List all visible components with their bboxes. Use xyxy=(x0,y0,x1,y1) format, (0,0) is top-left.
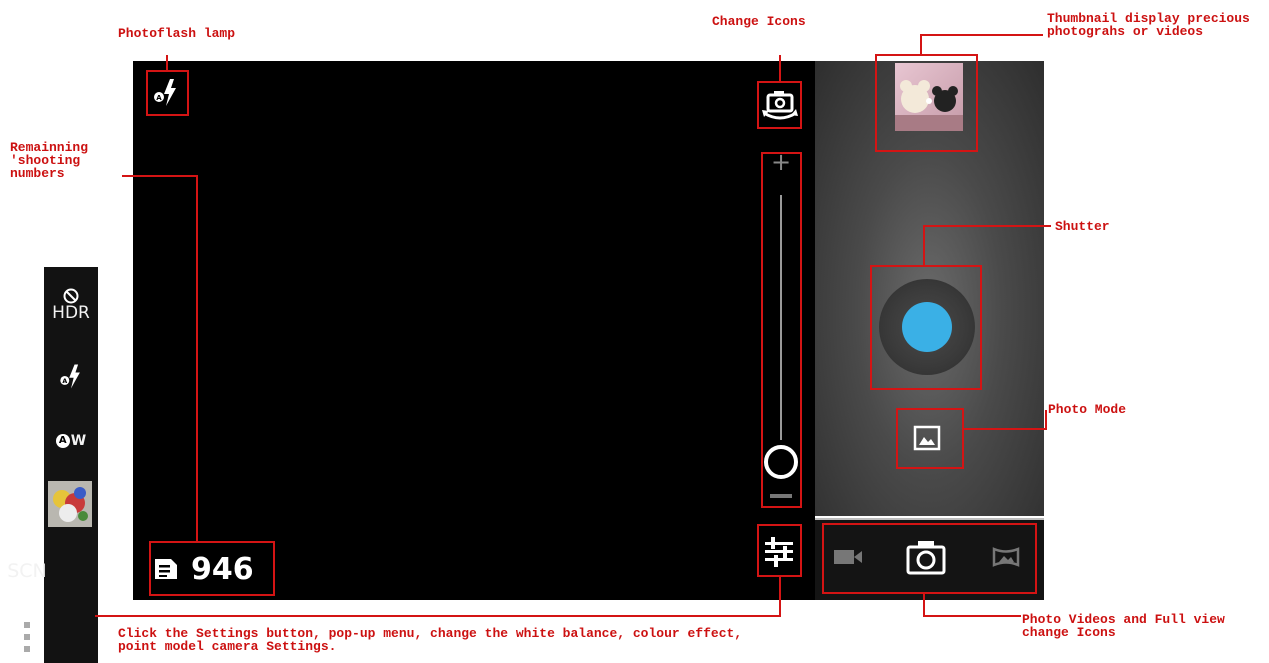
flash-highlight xyxy=(146,70,189,116)
viewfinder[interactable] xyxy=(133,61,815,600)
flash-auto-icon: A xyxy=(60,364,80,389)
more-icon xyxy=(24,622,30,652)
mode-bar-highlight xyxy=(822,523,1037,594)
leader-line xyxy=(923,594,925,617)
more-options-button[interactable] xyxy=(0,620,54,656)
annotation-photo-mode: Photo Mode xyxy=(1048,402,1127,417)
scene-mode-toggle[interactable]: SCN xyxy=(0,560,54,582)
leader-line xyxy=(779,577,781,617)
shutter-highlight xyxy=(870,265,982,390)
color-effect-thumbnail xyxy=(48,481,92,527)
annotation-shutter: Shutter xyxy=(1055,219,1110,234)
svg-text:A: A xyxy=(62,378,67,385)
white-balance-toggle[interactable]: A W xyxy=(44,428,98,452)
leader-line xyxy=(920,34,922,55)
leader-line xyxy=(923,225,1051,227)
photo-mode-highlight xyxy=(896,408,964,469)
leader-line xyxy=(95,615,781,617)
color-effect-button[interactable] xyxy=(48,481,92,527)
hdr-label: HDR xyxy=(52,303,90,323)
white-balance-auto-icon: A W xyxy=(55,433,86,449)
annotation-mode-switch: Photo Videos and Full view change Icons xyxy=(1022,612,1225,640)
leader-line xyxy=(779,55,781,82)
annotation-thumbnail: Thumbnail display precious photograhs or… xyxy=(1047,11,1250,39)
settings-highlight xyxy=(757,524,802,577)
annotation-change-icons: Change Icons xyxy=(712,14,806,29)
leader-line xyxy=(923,615,1021,617)
leader-line xyxy=(122,175,198,177)
leader-line xyxy=(1045,410,1047,430)
leader-line xyxy=(166,55,168,71)
hdr-toggle[interactable]: HDR xyxy=(44,287,98,327)
leader-line xyxy=(923,225,925,266)
remaining-highlight xyxy=(149,541,275,596)
annotation-remaining: Remainning 'shooting numbers xyxy=(10,140,89,181)
annotation-photoflash: Photoflash lamp xyxy=(118,26,236,41)
flash-mode-toggle[interactable]: A xyxy=(44,360,98,392)
leader-line xyxy=(196,175,198,542)
leader-line xyxy=(920,34,1043,36)
thumbnail-highlight xyxy=(875,54,978,152)
leader-line xyxy=(963,428,1047,430)
zoom-highlight xyxy=(761,152,802,508)
switch-camera-highlight xyxy=(757,81,802,129)
annotation-settings: Click the Settings button, pop-up menu, … xyxy=(118,626,743,654)
